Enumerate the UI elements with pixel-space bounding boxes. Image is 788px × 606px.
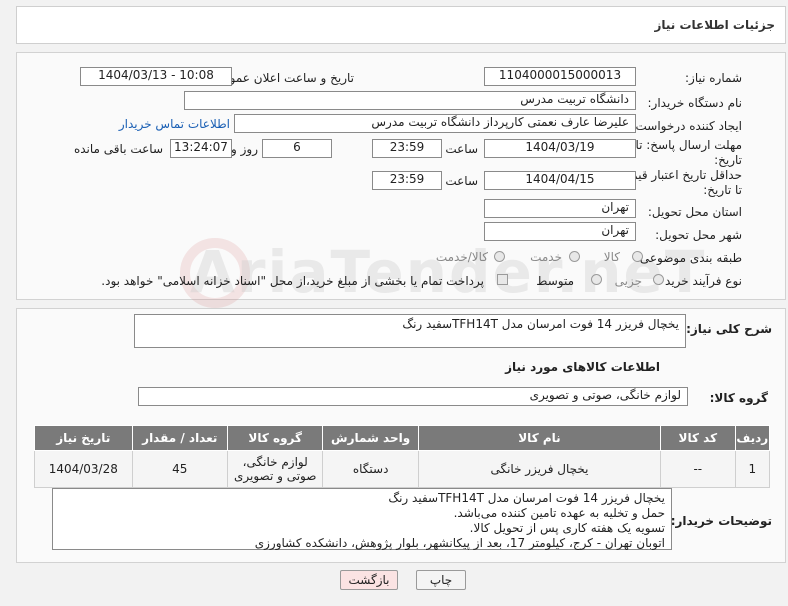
category-both-label: کالا/خدمت — [435, 250, 488, 264]
watermark: AriaTender.neT — [190, 238, 707, 306]
city-field: تهران — [484, 222, 636, 241]
process-minor-radio[interactable] — [653, 274, 664, 285]
buyer-notes-line: حمل و تخلیه به عهده تامین کننده می‌باشد. — [453, 506, 665, 520]
cell-row: 1 — [734, 450, 771, 488]
creator-field: علیرضا عارف نعمتی کارپرداز دانشگاه تربیت… — [234, 114, 636, 133]
cell-unit: دستگاه — [322, 450, 419, 488]
category-goods-radio[interactable] — [632, 251, 643, 262]
category-label: طبقه بندی موضوعی: — [635, 251, 742, 265]
payment-note: پرداخت تمام یا بخشی از مبلغ خرید،از محل … — [101, 274, 484, 288]
creator-label: ایجاد کننده درخواست: — [631, 119, 742, 133]
back-button[interactable]: بازگشت — [340, 570, 398, 590]
treasury-checkbox[interactable] — [497, 274, 508, 285]
buyer-notes-label: توضیحات خریدار: — [670, 514, 772, 528]
page-title: جزئیات اطلاعات نیاز — [654, 18, 775, 32]
deadline-label: مهلت ارسال پاسخ: تا — [635, 138, 742, 152]
deadline-time-field: 23:59 — [372, 139, 442, 158]
days-field: 6 — [262, 139, 332, 158]
process-medium-radio[interactable] — [591, 274, 602, 285]
summary-label: شرح کلی نیاز: — [686, 322, 772, 336]
cell-qty: 45 — [131, 450, 229, 488]
validity-time-field: 23:59 — [372, 171, 442, 190]
contact-info-link[interactable]: اطلاعات تماس خریدار — [119, 117, 230, 131]
category-goods-label: کالا — [603, 250, 620, 264]
col-code: کد کالا — [660, 425, 736, 451]
need-number-label: شماره نیاز: — [685, 71, 742, 85]
goods-table: ردیف کد کالا نام کالا واحد شمارش گروه کا… — [34, 425, 771, 488]
print-button[interactable]: چاپ — [416, 570, 466, 590]
header-bar: جزئیات اطلاعات نیاز — [16, 6, 786, 44]
deadline-time-label: ساعت — [445, 142, 478, 156]
process-label: نوع فرآیند خرید : — [657, 274, 742, 288]
province-label: استان محل تحویل: — [647, 205, 742, 219]
summary-field: یخچال فریزر 14 فوت امرسان مدل TFH14Tسفید… — [134, 314, 686, 348]
announce-field: 1404/03/13 - 10:08 — [80, 67, 232, 86]
cell-name: یخچال فریزر خانگی — [417, 450, 662, 488]
category-service-radio[interactable] — [569, 251, 580, 262]
days-label: روز و — [231, 142, 258, 156]
summary-text: یخچال فریزر 14 فوت امرسان مدل TFH14Tسفید… — [402, 317, 679, 331]
need-number-field: 1104000015000013 — [484, 67, 636, 86]
col-date: تاریخ نیاز — [34, 425, 133, 451]
cell-group: لوازم خانگی، صوتی و تصویری — [226, 450, 324, 488]
buyer-notes-field: یخچال فریزر 14 فوت امرسان مدل TFH14Tسفید… — [52, 488, 672, 550]
buyer-notes-line: تسویه یک هفته کاری پس از تحویل کالا. — [469, 521, 665, 535]
category-service-label: خدمت — [530, 250, 562, 264]
remaining-label: ساعت باقی مانده — [73, 142, 163, 156]
category-both-radio[interactable] — [494, 251, 505, 262]
goods-group-field: لوازم خانگی، صوتی و تصویری — [138, 387, 688, 406]
validity-label-date: تا تاریخ: — [703, 183, 742, 197]
process-minor-label: جزیی — [614, 274, 642, 288]
city-label: شهر محل تحویل: — [655, 228, 742, 242]
col-qty: تعداد / مقدار — [131, 425, 229, 451]
cell-code: -- — [660, 450, 736, 488]
deadline-date-field: 1404/03/19 — [484, 139, 636, 158]
col-group: گروه کالا — [226, 425, 324, 451]
goods-group-label: گروه کالا: — [709, 391, 768, 405]
goods-section-title: اطلاعات کالاهای مورد نیاز — [505, 360, 660, 374]
cell-date: 1404/03/28 — [34, 450, 133, 488]
table-row: 1 -- یخچال فریزر خانگی دستگاه لوازم خانگ… — [34, 450, 771, 488]
deadline-label-date: تاریخ: — [714, 153, 742, 167]
buyer-org-field: دانشگاه تربیت مدرس — [184, 91, 636, 110]
buyer-org-label: نام دستگاه خریدار: — [647, 96, 743, 110]
validity-date-field: 1404/04/15 — [484, 171, 636, 190]
buyer-notes-line: یخچال فریزر 14 فوت امرسان مدل TFH14Tسفید… — [388, 491, 665, 505]
validity-time-label: ساعت — [445, 174, 478, 188]
remaining-time-field: 13:24:07 — [170, 139, 232, 158]
col-name: نام کالا — [417, 425, 662, 451]
buyer-notes-line: اتوبان تهران - کرج، کیلومتر 17، بعد از پ… — [254, 536, 665, 550]
process-medium-label: متوسط — [536, 274, 574, 288]
province-field: تهران — [484, 199, 636, 218]
col-unit: واحد شمارش — [322, 425, 419, 451]
col-row: ردیف — [734, 425, 771, 451]
